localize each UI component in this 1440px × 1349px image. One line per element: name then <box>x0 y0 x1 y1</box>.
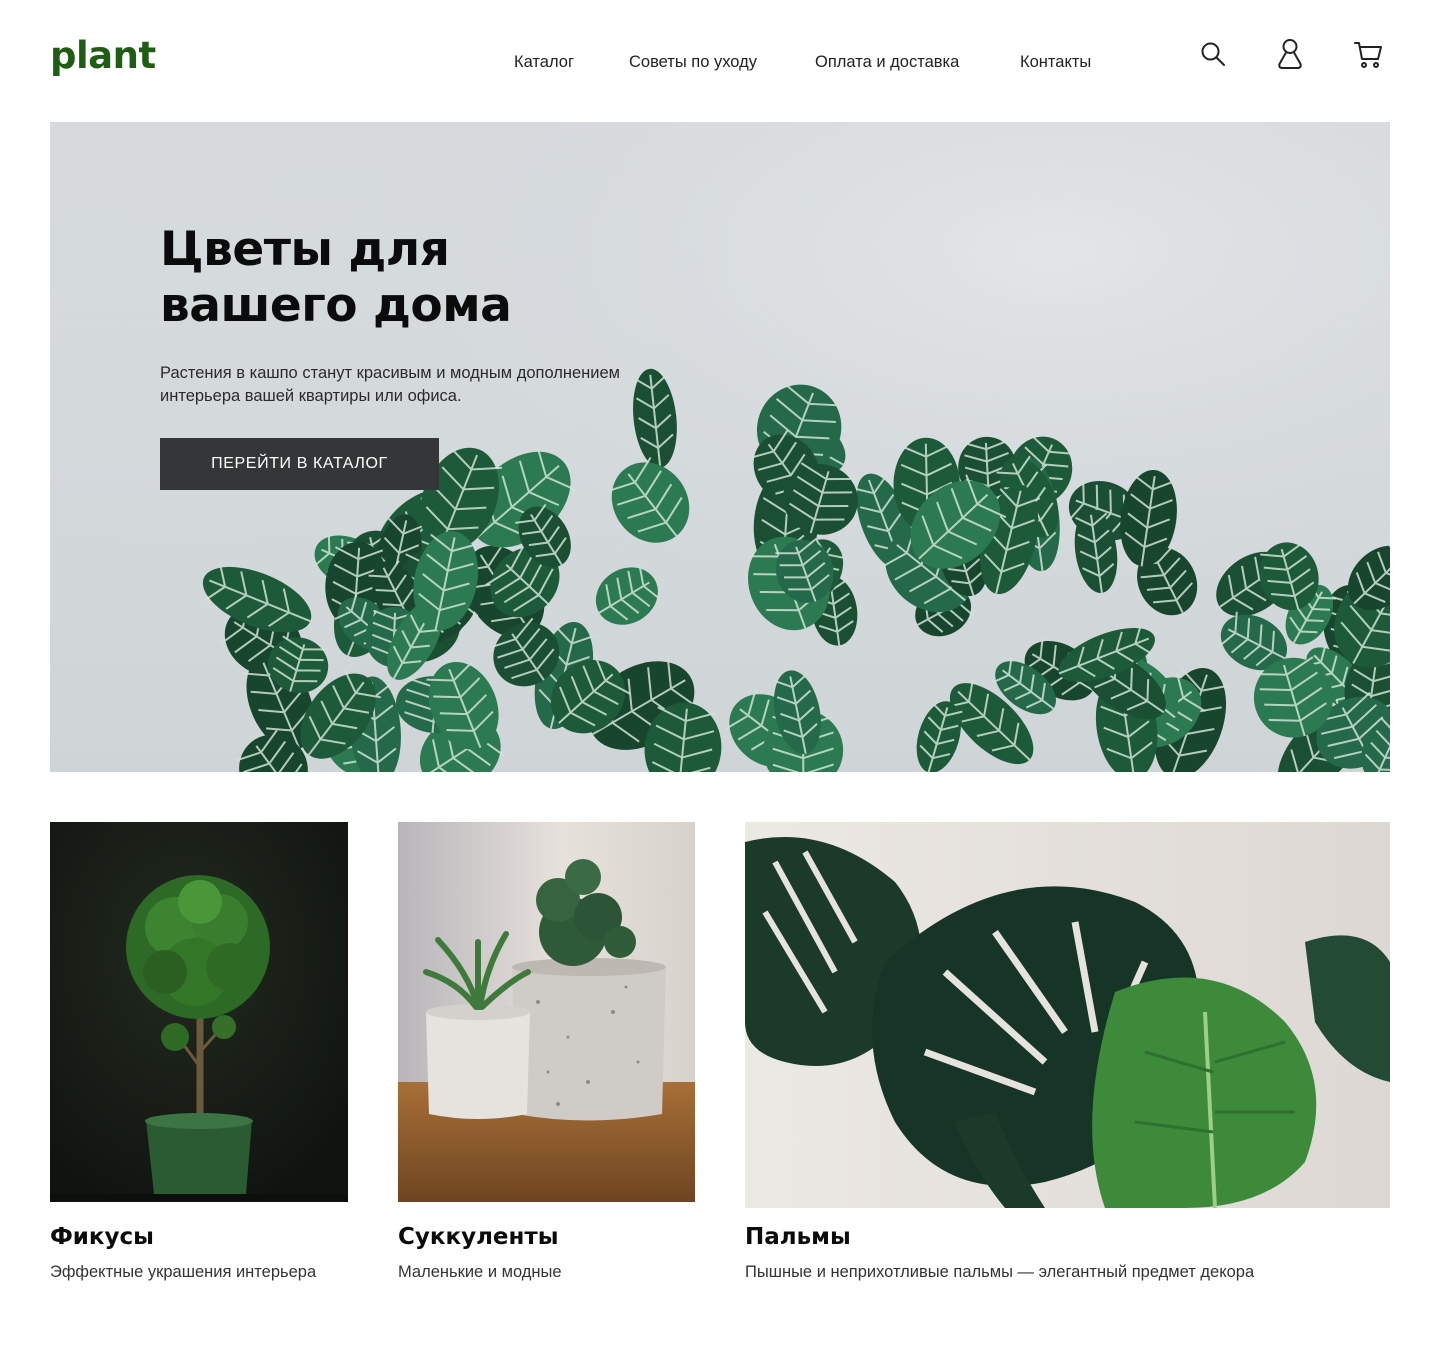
hero-title-line-1: Цветы для <box>160 222 450 277</box>
succulents-photo <box>398 822 695 1202</box>
category-description: Маленькие и модные <box>398 1263 562 1281</box>
hero-description: Растения в кашпо станут красивым и модны… <box>160 364 621 405</box>
category-card-palms[interactable]: Пальмы Пышные и неприхотливые пальмы — э… <box>745 822 1390 1292</box>
hero-title-line-2: вашего дома <box>160 278 512 333</box>
user-icon <box>1278 39 1302 69</box>
search-icon <box>1201 42 1225 66</box>
site-header: plant Каталог Советы по уходу Оплата и д… <box>0 0 1440 122</box>
nav-link-payment-delivery[interactable]: Оплата и доставка <box>815 51 959 73</box>
nav-link-contacts[interactable]: Контакты <box>1020 51 1091 73</box>
cart-button[interactable] <box>1350 36 1386 72</box>
account-button[interactable] <box>1272 36 1308 72</box>
hero-banner: Цветы для вашего дома Растения в кашпо с… <box>50 122 1390 772</box>
go-to-catalog-button[interactable]: ПЕРЕЙТИ В КАТАЛОГ <box>160 438 439 490</box>
category-title: Пальмы <box>745 1224 851 1250</box>
category-title: Суккуленты <box>398 1224 559 1250</box>
ficus-photo <box>50 822 348 1202</box>
category-description: Эффектные украшения интерьера <box>50 1263 317 1281</box>
search-button[interactable] <box>1195 36 1231 72</box>
category-card-ficus[interactable]: Фикусы Эффектные украшения интерьера <box>50 822 348 1292</box>
palms-photo <box>745 822 1390 1208</box>
category-description: Пышные и неприхотливые пальмы — элегантн… <box>745 1263 1255 1281</box>
hero-title: Цветы для вашего дома <box>160 222 720 334</box>
cart-icon <box>1354 42 1382 68</box>
category-title: Фикусы <box>50 1224 154 1250</box>
nav-link-catalog[interactable]: Каталог <box>514 51 574 73</box>
nav-link-care-tips[interactable]: Советы по уходу <box>629 51 757 73</box>
category-card-succulents[interactable]: Суккуленты Маленькие и модные <box>398 822 695 1292</box>
